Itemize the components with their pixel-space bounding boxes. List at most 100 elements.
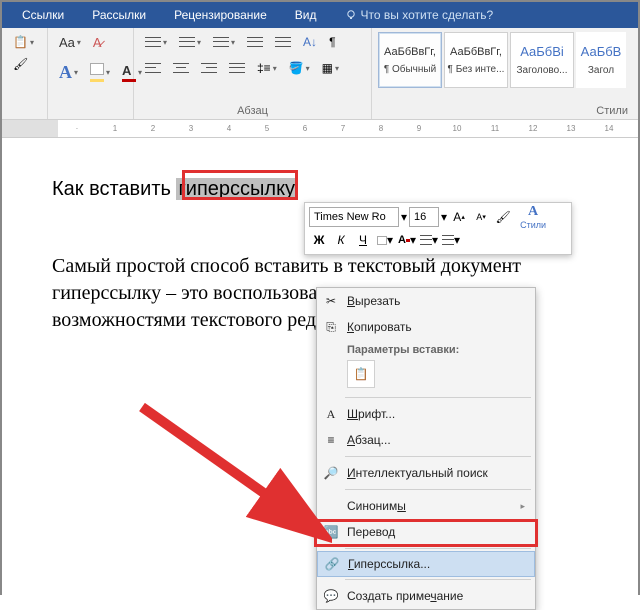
translate-icon: 🔤 [323,524,339,540]
borders-button[interactable]: ▦▾ [317,58,344,78]
tell-me-search[interactable]: Что вы хотите сделать? [331,2,508,28]
pilcrow-icon: ¶ [329,35,335,49]
show-marks-button[interactable]: ¶ [324,32,340,52]
style-preview: АаБбВвГг, [450,46,502,58]
align-center-icon [173,61,189,75]
dropdown-icon[interactable]: ▾ [401,210,407,224]
grow-font-button[interactable]: A▴ [449,207,469,227]
comment-icon: 💬 [323,588,339,604]
ctx-label: Шрифт... [347,407,395,421]
indent-icon [275,35,291,49]
format-painter-button[interactable]: 🖌 [8,54,33,74]
lightbulb-icon [345,9,357,21]
style-normal[interactable]: АаБбВвГг, ¶ Обычный [378,32,442,88]
clear-format-button[interactable]: A̷ [88,32,107,53]
italic-button[interactable]: К [331,230,351,250]
align-left-button[interactable] [140,58,166,78]
bucket-icon: 🪣 [289,61,304,75]
font-family-input[interactable] [309,207,399,227]
paragraph-icon: ≡ [323,432,339,448]
ctx-paste-header: Параметры вставки: [317,340,535,358]
bold-button[interactable]: Ж [309,230,329,250]
ctx-synonyms[interactable]: Синонимы ▸ [317,493,535,519]
justify-icon [229,61,245,75]
numbering-button[interactable]: ▾ [441,230,461,250]
ctx-smart-lookup[interactable]: 🔎 Интеллектуальный поиск [317,460,535,486]
underline-button[interactable]: Ч [353,230,373,250]
bullets-icon [145,35,161,49]
tab-references[interactable]: Ссылки [8,2,78,28]
line-spacing-button[interactable]: ‡≡▾ [252,58,282,78]
scissors-icon: ✂ [323,293,339,309]
title-text: Как вставить [52,178,176,200]
paragraph-label: Абзац [134,105,371,117]
highlight-button[interactable]: ▾ [85,59,115,86]
separator [345,579,531,580]
horizontal-ruler[interactable]: ·1234567891011121314 [2,120,638,138]
chevron-right-icon: ▸ [520,501,525,512]
bullets-button[interactable]: ▾ [140,32,172,52]
document-heading[interactable]: Как вставить гиперссылку [52,178,588,201]
ctx-label: Синонимы [347,499,406,513]
style-nospace[interactable]: АаБбВвГг, ¶ Без инте... [444,32,508,88]
numbering-button[interactable]: ▾ [174,32,206,52]
shading-button[interactable]: 🪣▾ [284,58,315,78]
justify-button[interactable] [224,58,250,78]
shrink-font-button[interactable]: A▾ [471,207,491,227]
format-painter-button[interactable]: 🖌 [493,207,513,227]
style-heading2[interactable]: АаБбВ Загол [576,32,626,88]
style-preview: АаБбВ [581,44,622,59]
tab-mailings[interactable]: Рассылки [78,2,160,28]
ctx-comment[interactable]: 💬 Создать примечание [317,583,535,609]
font-color-button[interactable]: A▾ [54,59,83,86]
ctx-translate[interactable]: 🔤 Перевод [317,519,535,545]
ctx-paste-options: 📋 [317,358,535,394]
ctx-cut[interactable]: ✂ Вырезать [317,288,535,314]
font-size-input[interactable] [409,207,439,227]
search-icon: 🔎 [323,465,339,481]
styles-button[interactable]: A Стили [515,207,551,227]
font-icon: A [323,406,339,422]
style-preview: АаБбВвГг, [384,46,436,58]
clipboard-group: 📋▾ 🖌 [2,28,48,119]
tab-review[interactable]: Рецензирование [160,2,281,28]
sort-icon: A↓ [303,35,317,49]
paste-option-default[interactable]: 📋 [347,360,375,388]
dropdown-icon[interactable]: ▾ [441,210,447,224]
paragraph-group: ▾ ▾ ▾ A↓ ¶ ‡≡▾ 🪣▾ ▦▾ Абзац [134,28,372,119]
styles-icon: A [528,204,538,220]
tell-me-label: Что вы хотите сделать? [361,8,494,22]
selected-word[interactable]: гиперссылку [176,178,297,200]
ctx-label: Вырезать [347,294,400,308]
align-center-button[interactable] [168,58,194,78]
indent-dec-button[interactable] [242,32,268,52]
outdent-icon [247,35,263,49]
context-menu: ✂ Вырезать ⎘ Копировать Параметры вставк… [316,287,536,610]
sort-button[interactable]: A↓ [298,32,322,52]
indent-inc-button[interactable] [270,32,296,52]
bullets-button[interactable]: ▾ [419,230,439,250]
multilevel-button[interactable]: ▾ [208,32,240,52]
ctx-label: Абзац... [347,433,391,447]
style-name: ¶ Обычный [384,64,436,75]
spacing-icon: ‡≡ [257,61,271,75]
highlight-button[interactable]: ▾ [375,230,395,250]
case-button[interactable]: Aa▾ [54,32,86,53]
ctx-font[interactable]: A Шрифт... [317,401,535,427]
ctx-hyperlink[interactable]: 🔗 Гиперссылка... [317,551,535,577]
highlight-icon [90,63,104,82]
styles-group: АаБбВвГг, ¶ Обычный АаБбВвГг, ¶ Без инте… [372,28,638,119]
ctx-label: Перевод [347,525,395,539]
mini-toolbar: ▾ ▾ A▴ A▾ 🖌 A Стили Ж К Ч ▾ A▾ ▾ ▾ [304,202,572,255]
paste-button[interactable]: 📋▾ [8,32,39,52]
style-heading1[interactable]: АаБбВі Заголово... [510,32,574,88]
ctx-label: Интеллектуальный поиск [347,466,488,480]
tab-view[interactable]: Вид [281,2,331,28]
ctx-label: Гиперссылка... [348,557,430,571]
align-right-button[interactable] [196,58,222,78]
ctx-paragraph[interactable]: ≡ Абзац... [317,427,535,453]
style-name: ¶ Без инте... [448,64,505,75]
font-color-button[interactable]: A▾ [397,230,417,250]
brush-icon: 🖌 [495,210,510,224]
ctx-copy[interactable]: ⎘ Копировать [317,314,535,340]
